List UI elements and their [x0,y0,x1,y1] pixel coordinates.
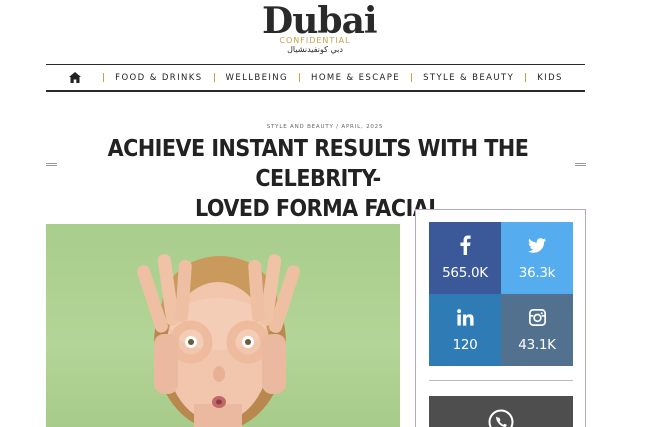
nav-item-kids[interactable]: KIDS [537,73,563,83]
linkedin-count: 120 [452,337,478,353]
logo-wordmark: Dubai [262,0,378,42]
nav-separator [213,73,215,82]
instagram-count: 43.1K [518,337,556,353]
logo-arabic: دبي كونفيدنشيال [287,45,343,54]
nav-item-home-escape[interactable]: HOME & ESCAPE [311,73,400,83]
nav-item-wellbeing[interactable]: WELLBEING [226,73,289,83]
facebook-icon [459,234,471,256]
article-title-line-2: LOVED FORMA FACIAL [195,196,441,222]
whatsapp-button[interactable] [429,396,573,427]
facebook-count: 565.0K [442,265,488,281]
twitter-tile[interactable]: 36.3k [501,222,573,294]
hero-image [46,224,400,427]
twitter-icon [528,234,546,256]
nav-separator [103,73,105,82]
instagram-tile[interactable]: 43.1K [501,294,573,366]
social-follow-widget: 565.0K 36.3k 120 43.1K [415,209,586,427]
main-nav: FOOD & DRINKS WELLBEING HOME & ESCAPE ST… [46,64,585,92]
instagram-icon [528,306,546,328]
article-title-line-1: ACHIEVE INSTANT RESULTS WITH THE CELEBRI… [107,136,529,192]
home-icon[interactable] [68,72,82,84]
linkedin-icon [456,306,474,328]
nav-item-food-drinks[interactable]: FOOD & DRINKS [115,73,202,83]
article-meta[interactable]: STYLE AND BEAUTY / APRIL, 2025 [0,124,650,130]
nav-item-style-beauty[interactable]: STYLE & BEAUTY [423,73,514,83]
title-rule-left [46,163,57,166]
nav-separator [299,73,301,82]
site-logo[interactable]: Dubai CONFIDENTIAL دبي كونفيدنشيال [262,0,378,58]
twitter-count: 36.3k [518,265,556,281]
title-rule-right [575,163,586,166]
nav-separator [411,73,413,82]
widget-divider [429,380,573,381]
whatsapp-icon [487,408,515,427]
facebook-tile[interactable]: 565.0K [429,222,501,294]
nav-separator [525,73,527,82]
linkedin-tile[interactable]: 120 [429,294,501,366]
